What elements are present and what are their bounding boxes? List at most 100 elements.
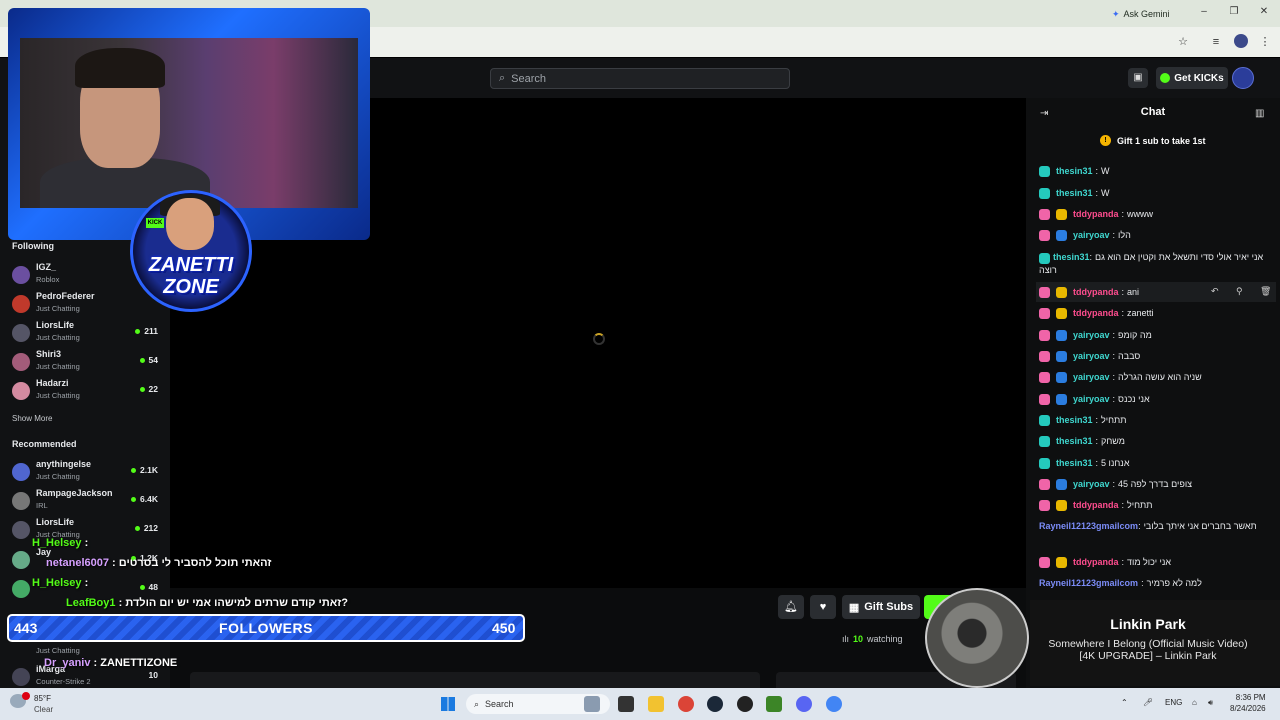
browser-profile-avatar[interactable] (1234, 34, 1248, 48)
discord-icon[interactable] (796, 696, 812, 712)
system-clock[interactable]: 8:36 PM 8/24/2026 (1230, 692, 1266, 714)
network-icon[interactable]: ⌂ (1192, 698, 1197, 707)
steam-icon[interactable] (707, 696, 723, 712)
following-channel[interactable]: Hadarzi Just Chatting 22 (12, 378, 162, 406)
chat-message[interactable]: yairyoav: הלו (1039, 229, 1265, 242)
chat-message[interactable]: thesin31: תתחיל (1039, 414, 1265, 427)
microphone-icon[interactable]: 🎤︎ (1143, 698, 1153, 707)
chat-message[interactable]: yairyoav: שניה הוא עושה הגרלה (1039, 371, 1265, 384)
chat-username[interactable]: tddypanda (1073, 286, 1119, 299)
live-dot-icon (131, 496, 137, 502)
chat-username[interactable]: tddypanda (1073, 307, 1119, 320)
chat-message[interactable]: yairyoav: סבבה (1039, 350, 1265, 363)
obs-icon[interactable] (737, 696, 753, 712)
chat-badge-icon (1056, 308, 1067, 319)
chat-message[interactable]: tddypanda: אני יכול מוד (1039, 556, 1265, 569)
chat-message[interactable]: yairyoav: מה קומפ (1039, 329, 1265, 342)
minimize-window-button[interactable]: – (1196, 4, 1212, 20)
overlay-username: netanel6007 (46, 557, 109, 569)
thumbnail-app-icon[interactable] (584, 696, 600, 712)
chat-text: מה קומפ (1118, 330, 1152, 340)
close-window-button[interactable]: ✕ (1256, 4, 1272, 20)
notification-badge-icon (22, 692, 30, 700)
chat-username[interactable]: thesin31 (1056, 457, 1093, 470)
file-explorer-icon[interactable] (648, 696, 664, 712)
chat-message[interactable]: thesin31: אני יאיר אולי סדי ותשאל את וקטי… (1039, 251, 1265, 277)
search-input[interactable]: ⌕ Search (490, 68, 790, 89)
chat-message[interactable]: tddypanda: ani (1039, 286, 1265, 299)
chat-message[interactable]: tddypanda: תתחיל (1039, 499, 1265, 512)
chat-username[interactable]: Rayneil12123gmailcom (1039, 577, 1138, 590)
gift-sub-banner[interactable]: ! Gift 1 sub to take 1st (1100, 135, 1206, 146)
weather-condition: Clear (34, 705, 54, 714)
chat-username[interactable]: tddypanda (1073, 208, 1119, 221)
chat-badge-icon (1039, 500, 1050, 511)
chat-username[interactable]: thesin31 (1056, 414, 1093, 427)
following-channel[interactable]: Shiri3 Just Chatting 54 (12, 349, 162, 377)
chat-username[interactable]: tddypanda (1073, 556, 1119, 569)
chrome-active-icon[interactable] (826, 696, 842, 712)
chat-message[interactable]: thesin31: משחק (1039, 435, 1265, 448)
tray-overflow-icon[interactable]: ⌃ (1121, 698, 1128, 707)
chat-badge-icon (1056, 479, 1067, 490)
reading-list-icon[interactable]: ≡ (1208, 34, 1224, 50)
get-kicks-button[interactable]: Get KICKs (1156, 67, 1228, 89)
volume-icon[interactable]: 🔊︎ (1208, 698, 1213, 708)
chat-username[interactable]: thesin31 (1056, 165, 1093, 178)
language-indicator[interactable]: ENG (1165, 698, 1182, 707)
user-avatar[interactable] (1232, 67, 1254, 89)
chat-message[interactable]: Rayneil12123gmailcom: תאשר בחברים אני אית… (1039, 520, 1265, 533)
ask-gemini-button[interactable]: ✦ Ask Gemini (1106, 5, 1176, 23)
gift-subs-button[interactable]: ▦ Gift Subs (842, 595, 920, 619)
chat-username[interactable]: thesin31 (1056, 435, 1093, 448)
chat-username[interactable]: yairyoav (1073, 329, 1110, 342)
weather-temp: 85°F (34, 694, 51, 703)
watching-label: watching (867, 634, 903, 644)
chat-message[interactable]: yairyoav: צופים בדרך לפה 45 (1039, 478, 1265, 491)
notification-bell-icon[interactable]: 🔔︎ (778, 595, 804, 619)
chat-username[interactable]: yairyoav (1073, 229, 1110, 242)
chat-username[interactable]: thesin31 (1053, 252, 1090, 262)
chat-username[interactable]: yairyoav (1073, 393, 1110, 406)
library-icon[interactable]: ▣ (1128, 68, 1148, 88)
album-art (925, 588, 1029, 688)
chat-message[interactable]: tddypanda: zanetti (1039, 307, 1265, 320)
followers-current: 443 (14, 620, 38, 636)
chat-message[interactable]: yairyoav: אני נכנס (1039, 393, 1265, 406)
chat-message[interactable]: thesin31: W (1039, 165, 1265, 178)
chat-badge-icon (1039, 394, 1050, 405)
restore-window-button[interactable]: ❐ (1226, 4, 1242, 20)
browser-menu-icon[interactable]: ⋮ (1257, 34, 1273, 50)
leaderboard-icon[interactable]: ▥ (1255, 108, 1264, 119)
favorite-heart-icon[interactable]: ♥ (810, 595, 836, 619)
channel-avatar (12, 324, 30, 342)
chat-username[interactable]: yairyoav (1073, 350, 1110, 363)
chrome-icon[interactable] (678, 696, 694, 712)
chat-text: תתחיל (1127, 500, 1153, 510)
chat-username[interactable]: thesin31 (1056, 187, 1093, 200)
chat-message[interactable]: Rayneil12123gmailcom: למה לא פרמיר (1039, 577, 1265, 590)
bookmark-star-icon[interactable]: ☆ (1175, 34, 1191, 50)
task-view-icon[interactable] (618, 696, 634, 712)
chat-text: אני נכנס (1118, 394, 1150, 404)
chat-message[interactable]: thesin31: W (1039, 187, 1265, 200)
chat-username[interactable]: yairyoav (1073, 371, 1110, 384)
following-channel[interactable]: LiorsLife Just Chatting 211 (12, 320, 162, 348)
windows-start-icon[interactable] (441, 697, 455, 711)
chat-username[interactable]: yairyoav (1073, 478, 1110, 491)
recommended-channel[interactable]: RampageJackson IRL 6.4K (12, 488, 162, 516)
recommended-channel[interactable]: anythingelse Just Chatting 2.1K (12, 459, 162, 487)
chat-username[interactable]: Rayneil12123gmailcom (1039, 521, 1138, 531)
followers-label: FOLLOWERS (219, 620, 313, 636)
viewer-count-value: 48 (148, 582, 158, 592)
channel-name: anythingelse (36, 459, 92, 469)
chat-text: למה לא פרמיר (1146, 578, 1202, 588)
channel-category: Just Chatting (36, 646, 80, 655)
chat-message[interactable]: tddypanda: wwww (1039, 208, 1265, 221)
chat-message[interactable]: thesin31: אנחנו 5 (1039, 457, 1265, 470)
kick-tag: KICK (146, 218, 164, 228)
minecraft-icon[interactable] (766, 696, 782, 712)
chat-username[interactable]: tddypanda (1073, 499, 1119, 512)
loading-spinner-icon (593, 333, 605, 345)
show-more-link[interactable]: Show More (12, 414, 52, 423)
